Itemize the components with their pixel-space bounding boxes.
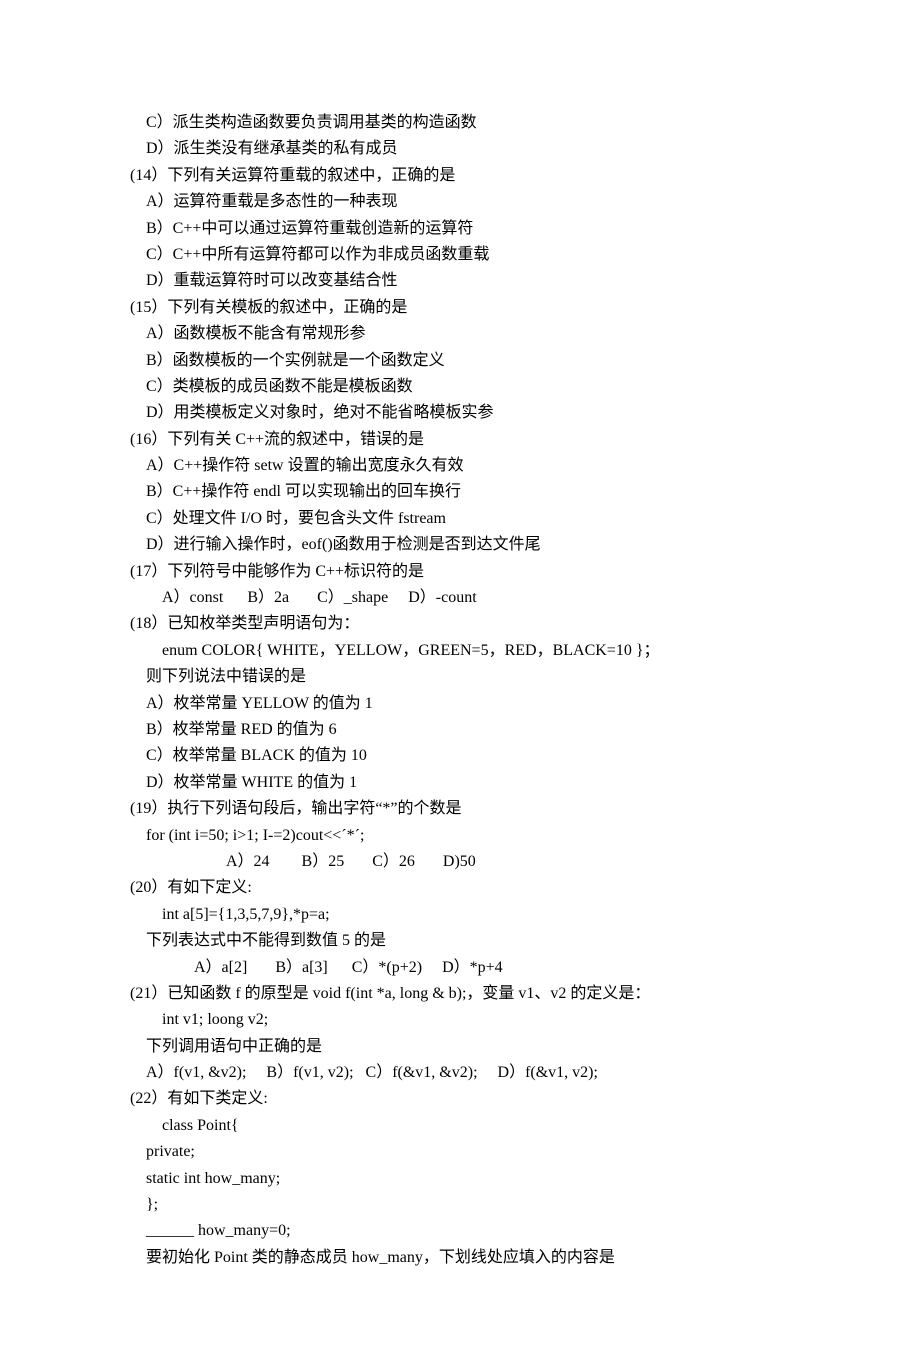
document-content: C）派生类构造函数要负责调用基类的构造函数D）派生类没有继承基类的私有成员(14…	[130, 110, 790, 1271]
text-line: C）处理文件 I/O 时，要包含头文件 fstream	[130, 506, 790, 532]
text-line: A）f(v1, &v2); B）f(v1, v2); C）f(&v1, &v2)…	[130, 1060, 790, 1086]
text-line: A）枚举常量 YELLOW 的值为 1	[130, 691, 790, 717]
text-line: enum COLOR{ WHITE，YELLOW，GREEN=5，RED，BLA…	[130, 638, 790, 664]
text-line: 下列调用语句中正确的是	[130, 1034, 790, 1060]
text-line: D）重载运算符时可以改变基结合性	[130, 268, 790, 294]
text-line: C）枚举常量 BLACK 的值为 10	[130, 743, 790, 769]
text-line: A）a[2] B）a[3] C）*(p+2) D）*p+4	[130, 955, 790, 981]
text-line: D）进行输入操作时，eof()函数用于检测是否到达文件尾	[130, 532, 790, 558]
text-line: int a[5]={1,3,5,7,9},*p=a;	[130, 902, 790, 928]
text-line: C）类模板的成员函数不能是模板函数	[130, 374, 790, 400]
text-line: (14）下列有关运算符重载的叙述中，正确的是	[130, 163, 790, 189]
text-line: D）用类模板定义对象时，绝对不能省略模板实参	[130, 400, 790, 426]
text-line: (22）有如下类定义:	[130, 1086, 790, 1112]
text-line: A）运算符重载是多态性的一种表现	[130, 189, 790, 215]
text-line: B）C++中可以通过运算符重载创造新的运算符	[130, 216, 790, 242]
text-line: 则下列说法中错误的是	[130, 664, 790, 690]
text-line: C）C++中所有运算符都可以作为非成员函数重载	[130, 242, 790, 268]
text-line: 下列表达式中不能得到数值 5 的是	[130, 928, 790, 954]
text-line: 要初始化 Point 类的静态成员 how_many，下划线处应填入的内容是	[130, 1245, 790, 1271]
text-line: (15）下列有关模板的叙述中，正确的是	[130, 295, 790, 321]
document-page: C）派生类构造函数要负责调用基类的构造函数D）派生类没有继承基类的私有成员(14…	[0, 0, 920, 1371]
text-line: A）C++操作符 setw 设置的输出宽度永久有效	[130, 453, 790, 479]
text-line: ______ how_many=0;	[130, 1218, 790, 1244]
text-line: };	[130, 1192, 790, 1218]
text-line: for (int i=50; i>1; I-=2)cout<<ˊ*ˊ;	[130, 823, 790, 849]
text-line: A）24 B）25 C）26 D)50	[130, 849, 790, 875]
text-line: (16）下列有关 C++流的叙述中，错误的是	[130, 427, 790, 453]
text-line: C）派生类构造函数要负责调用基类的构造函数	[130, 110, 790, 136]
text-line: (18）已知枚举类型声明语句为：	[130, 611, 790, 637]
text-line: private;	[130, 1139, 790, 1165]
text-line: int v1; loong v2;	[130, 1007, 790, 1033]
text-line: A）const B）2a C）_shape D）-count	[130, 585, 790, 611]
text-line: (19）执行下列语句段后，输出字符“*”的个数是	[130, 796, 790, 822]
text-line: (20）有如下定义:	[130, 875, 790, 901]
text-line: D）派生类没有继承基类的私有成员	[130, 136, 790, 162]
text-line: B）枚举常量 RED 的值为 6	[130, 717, 790, 743]
text-line: B）C++操作符 endl 可以实现输出的回车换行	[130, 479, 790, 505]
text-line: D）枚举常量 WHITE 的值为 1	[130, 770, 790, 796]
text-line: B）函数模板的一个实例就是一个函数定义	[130, 348, 790, 374]
text-line: class Point{	[130, 1113, 790, 1139]
text-line: A）函数模板不能含有常规形参	[130, 321, 790, 347]
text-line: (21）已知函数 f 的原型是 void f(int *a, long & b)…	[130, 981, 790, 1007]
text-line: static int how_many;	[130, 1166, 790, 1192]
text-line: (17）下列符号中能够作为 C++标识符的是	[130, 559, 790, 585]
